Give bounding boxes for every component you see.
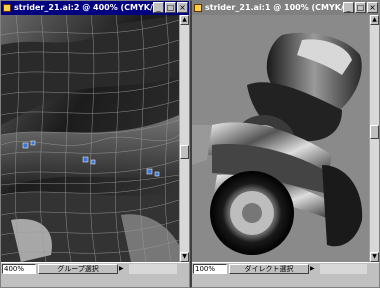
zoom-field[interactable]: 400% [2,264,36,274]
title-bar[interactable]: strider_21.ai:1 @ 100% (CMYK/プレビュー) _ □ … [192,1,379,15]
size-grip[interactable] [369,264,379,274]
close-button[interactable]: × [367,2,378,13]
status-tool-select[interactable]: ダイレクト選択 [229,264,309,274]
status-tool-select[interactable]: グループ選択 [38,264,118,274]
status-menu-arrow-icon[interactable]: ▶ [310,264,318,274]
size-grip[interactable] [179,264,189,274]
scroll-down-arrow-icon[interactable]: ▼ [370,252,379,262]
document-window-preview[interactable]: strider_21.ai:1 @ 100% (CMYK/プレビュー) _ □ … [190,0,380,288]
scroll-thumb[interactable] [180,145,189,159]
scroll-up-arrow-icon[interactable]: ▲ [370,15,379,25]
horizontal-scrollbar[interactable] [320,264,367,274]
scroll-down-arrow-icon[interactable]: ▼ [180,252,189,262]
close-button[interactable]: × [177,2,188,13]
illustrator-doc-icon [194,4,202,12]
window-title: strider_21.ai:2 @ 400% (CMYK/アウトライン) [14,3,153,12]
maximize-button[interactable]: □ [165,2,176,13]
artboard-canvas[interactable] [192,15,370,262]
title-bar[interactable]: strider_21.ai:2 @ 400% (CMYK/アウトライン) _ □… [1,1,189,15]
artboard-canvas[interactable] [1,15,179,262]
vertical-scrollbar[interactable]: ▲ ▼ [369,15,379,262]
vertical-scrollbar[interactable]: ▲ ▼ [179,15,189,262]
window-bottom-edge [1,274,189,287]
status-menu-arrow-icon[interactable]: ▶ [119,264,127,274]
outline-artwork [1,15,179,262]
minimize-button[interactable]: _ [153,2,164,13]
illustrator-doc-icon [3,4,11,12]
window-title: strider_21.ai:1 @ 100% (CMYK/プレビュー) [205,3,343,12]
document-window-outline[interactable]: strider_21.ai:2 @ 400% (CMYK/アウトライン) _ □… [0,0,190,288]
maximize-button[interactable]: □ [355,2,366,13]
horizontal-scrollbar[interactable] [129,264,177,274]
minimize-button[interactable]: _ [343,2,354,13]
window-bottom-edge [192,274,379,287]
scroll-up-arrow-icon[interactable]: ▲ [180,15,189,25]
zoom-field[interactable]: 100% [193,264,227,274]
scroll-thumb[interactable] [370,125,379,139]
motorcycle-artwork [192,15,370,262]
